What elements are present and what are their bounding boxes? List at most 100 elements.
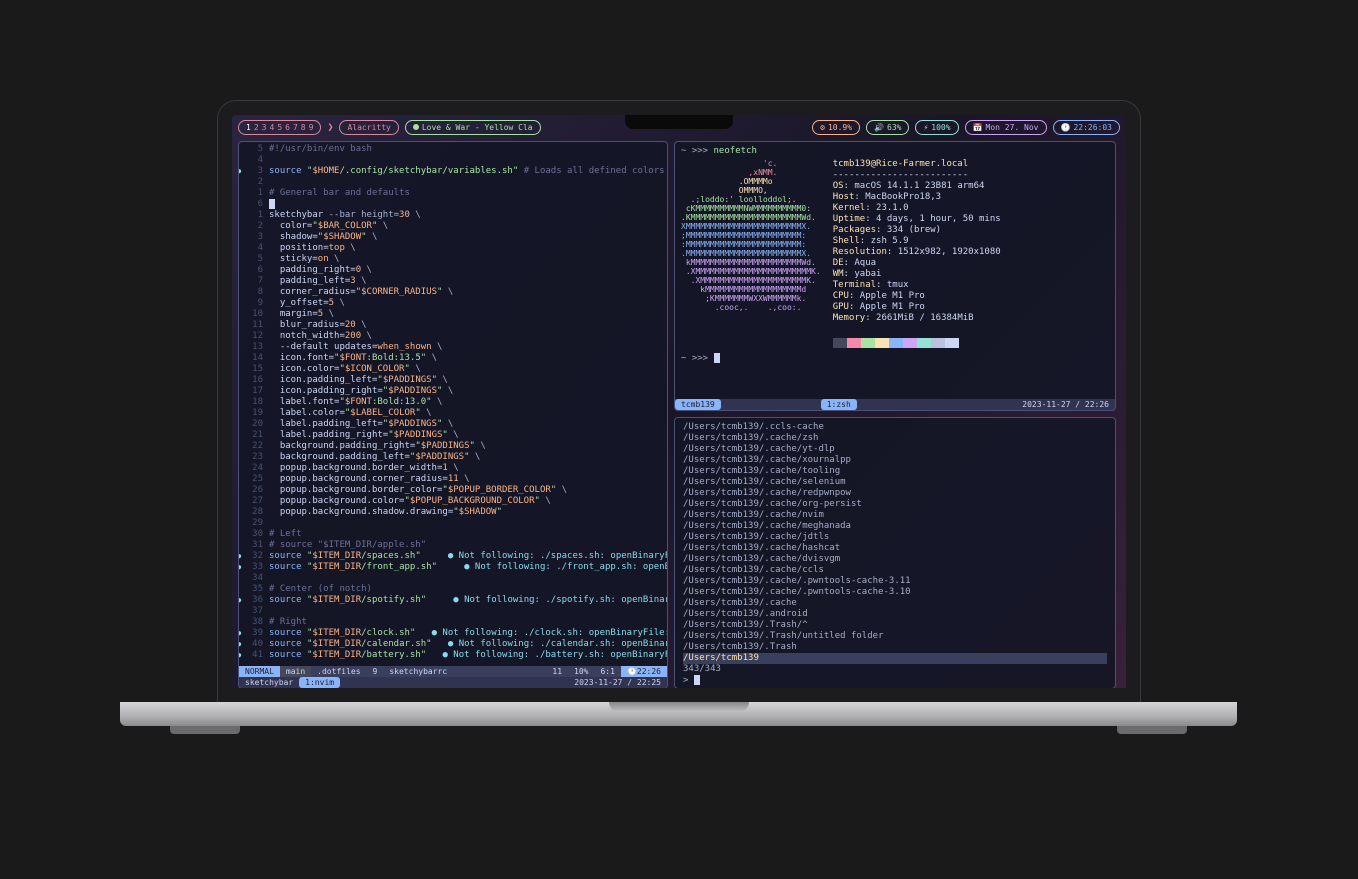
space-1[interactable]: 1 xyxy=(246,122,251,133)
code-line[interactable]: source "$HOME/.config/sketchybar/variabl… xyxy=(269,166,667,177)
code-line[interactable]: # General bar and defaults xyxy=(269,188,667,199)
code-line[interactable]: padding_right=0 \ xyxy=(269,265,667,276)
file-entry[interactable]: /Users/tcmb139 xyxy=(683,653,1107,664)
code-line[interactable]: source "$ITEM_DIR/front_app.sh" ● Not fo… xyxy=(269,562,667,573)
code-line[interactable]: label.padding_right="$PADDINGS" \ xyxy=(269,430,667,441)
code-line[interactable]: icon.font="$FONT:Bold:13.5" \ xyxy=(269,353,667,364)
code-area[interactable]: #!/usr/bin/env bash source "$HOME/.config… xyxy=(269,142,667,666)
code-line[interactable]: padding_left=3 \ xyxy=(269,276,667,287)
code-line[interactable]: notch_width=200 \ xyxy=(269,331,667,342)
file-entry[interactable]: /Users/tcmb139/.ccls-cache xyxy=(683,422,1107,433)
code-line[interactable]: popup.background.border_width=1 \ xyxy=(269,463,667,474)
code-line[interactable]: # source "$ITEM_DIR/apple.sh" xyxy=(269,540,667,551)
date-value: Mon 27. Nov xyxy=(986,122,1039,133)
editor-pane[interactable]: 5432161234567891011121314151617181920212… xyxy=(238,141,668,689)
code-line[interactable]: y_offset=5 \ xyxy=(269,298,667,309)
space-9[interactable]: 9 xyxy=(309,122,314,133)
file-list[interactable]: /Users/tcmb139/.ccls-cache/Users/tcmb139… xyxy=(675,418,1115,689)
code-line[interactable]: source "$ITEM_DIR/clock.sh" ● Not follow… xyxy=(269,628,667,639)
file-entry[interactable]: /Users/tcmb139/.cache/.pwntools-cache-3.… xyxy=(683,576,1107,587)
code-line[interactable]: --default updates=when_shown \ xyxy=(269,342,667,353)
music-pill[interactable]: Love & War - Yellow Cla xyxy=(405,120,541,135)
clock-pill[interactable]: 🕐 22:26:03 xyxy=(1053,120,1121,135)
code-line[interactable]: color="$BAR_COLOR" \ xyxy=(269,221,667,232)
file-entry[interactable]: /Users/tcmb139/.cache/meghanada xyxy=(683,521,1107,532)
code-line[interactable]: label.font="$FONT:Bold:13.0" \ xyxy=(269,397,667,408)
code-line[interactable] xyxy=(269,573,667,584)
code-line[interactable]: popup.background.shadow.drawing="$SHADOW… xyxy=(269,507,667,518)
file-entry[interactable]: /Users/tcmb139/.cache/redpwnpow xyxy=(683,488,1107,499)
file-entry[interactable]: /Users/tcmb139/.Trash xyxy=(683,642,1107,653)
code-line[interactable]: sticky=on \ xyxy=(269,254,667,265)
code-line[interactable]: popup.background.color="$POPUP_BACKGROUN… xyxy=(269,496,667,507)
cpu-pill[interactable]: ⚙ 10.9% xyxy=(812,120,860,135)
space-7[interactable]: 7 xyxy=(293,122,298,133)
code-line[interactable]: background.padding_right="$PADDINGS" \ xyxy=(269,441,667,452)
code-line[interactable]: label.color="$LABEL_COLOR" \ xyxy=(269,408,667,419)
code-line[interactable]: margin=5 \ xyxy=(269,309,667,320)
file-entry[interactable]: /Users/tcmb139/.cache/hashcat xyxy=(683,543,1107,554)
file-entry[interactable]: /Users/tcmb139/.cache/.pwntools-cache-3.… xyxy=(683,587,1107,598)
spaces-indicator[interactable]: 1 2 3 4 5 6 7 8 9 xyxy=(238,120,321,135)
code-line[interactable]: #!/usr/bin/env bash xyxy=(269,144,667,155)
front-app-pill[interactable]: Alacritty xyxy=(339,120,398,135)
space-6[interactable]: 6 xyxy=(285,122,290,133)
file-list-pane[interactable]: /Users/tcmb139/.ccls-cache/Users/tcmb139… xyxy=(674,417,1116,689)
battery-pill[interactable]: ⚡ 100% xyxy=(915,120,958,135)
code-line[interactable]: icon.color="$ICON_COLOR" \ xyxy=(269,364,667,375)
code-line[interactable]: icon.padding_left="$PADDINGS" \ xyxy=(269,375,667,386)
volume-pill[interactable]: 🔊 63% xyxy=(866,120,909,135)
neofetch-pane[interactable]: ~ >>> neofetch 'c. ,xNMM. .OMMMMo OMMMO,… xyxy=(674,141,1116,411)
code-line[interactable]: position=top \ xyxy=(269,243,667,254)
code-line[interactable]: background.padding_left="$PADDINGS" \ xyxy=(269,452,667,463)
code-line[interactable]: icon.padding_right="$PADDINGS" \ xyxy=(269,386,667,397)
code-line[interactable]: source "$ITEM_DIR/spaces.sh" ● Not follo… xyxy=(269,551,667,562)
code-line[interactable]: popup.background.corner_radius=11 \ xyxy=(269,474,667,485)
volume-value: 63% xyxy=(887,122,901,133)
file-entry[interactable]: /Users/tcmb139/.cache xyxy=(683,598,1107,609)
code-line[interactable]: source "$ITEM_DIR/spotify.sh" ● Not foll… xyxy=(269,595,667,606)
git-branch: main xyxy=(280,666,311,677)
code-line[interactable]: source "$ITEM_DIR/calendar.sh" ● Not fol… xyxy=(269,639,667,650)
file-entry[interactable]: /Users/tcmb139/.cache/tooling xyxy=(683,466,1107,477)
tmux-window[interactable]: 1:nvim xyxy=(299,677,340,688)
file-entry[interactable]: /Users/tcmb139/.cache/jdtls xyxy=(683,532,1107,543)
file-entry[interactable]: /Users/tcmb139/.cache/dvisvgm xyxy=(683,554,1107,565)
space-8[interactable]: 8 xyxy=(301,122,306,133)
code-line[interactable] xyxy=(269,177,667,188)
file-entry[interactable]: /Users/tcmb139/.cache/org-persist xyxy=(683,499,1107,510)
code-line[interactable]: sketchybar --bar height=30 \ xyxy=(269,210,667,221)
space-5[interactable]: 5 xyxy=(277,122,282,133)
file-entry[interactable]: /Users/tcmb139/.cache/zsh xyxy=(683,433,1107,444)
file-prompt[interactable]: > xyxy=(683,675,1107,686)
code-line[interactable]: source "$ITEM_DIR/battery.sh" ● Not foll… xyxy=(269,650,667,661)
code-line[interactable]: # Right xyxy=(269,617,667,628)
file-entry[interactable]: /Users/tcmb139/.android xyxy=(683,609,1107,620)
space-4[interactable]: 4 xyxy=(269,122,274,133)
date-pill[interactable]: 📅 Mon 27. Nov xyxy=(965,120,1047,135)
code-line[interactable]: popup.background.border_color="$POPUP_BO… xyxy=(269,485,667,496)
file-entry[interactable]: /Users/tcmb139/.cache/selenium xyxy=(683,477,1107,488)
file-entry[interactable]: /Users/tcmb139/.Trash/^ xyxy=(683,620,1107,631)
file-entry[interactable]: /Users/tcmb139/.cache/nvim xyxy=(683,510,1107,521)
code-line[interactable]: label.padding_left="$PADDINGS" \ xyxy=(269,419,667,430)
code-line[interactable] xyxy=(269,518,667,529)
shell-prompt-2[interactable]: ~ >>> xyxy=(681,353,1109,365)
code-line[interactable]: # Left xyxy=(269,529,667,540)
file-entry[interactable]: /Users/tcmb139/.cache/ccls xyxy=(683,565,1107,576)
tmux-session-right[interactable]: tcmb139 xyxy=(675,399,721,410)
cpu-value: 10.9% xyxy=(828,122,852,133)
file-entry[interactable]: /Users/tcmb139/.cache/xournalpp xyxy=(683,455,1107,466)
tmux-window-right[interactable]: 1:zsh xyxy=(821,399,857,410)
code-line[interactable] xyxy=(269,199,667,210)
code-line[interactable] xyxy=(269,155,667,166)
space-3[interactable]: 3 xyxy=(262,122,267,133)
code-line[interactable] xyxy=(269,606,667,617)
code-line[interactable]: shadow="$SHADOW" \ xyxy=(269,232,667,243)
code-line[interactable]: blur_radius=20 \ xyxy=(269,320,667,331)
code-line[interactable]: # Center (of notch) xyxy=(269,584,667,595)
file-entry[interactable]: /Users/tcmb139/.Trash/untitled folder xyxy=(683,631,1107,642)
code-line[interactable]: corner_radius="$CORNER_RADIUS" \ xyxy=(269,287,667,298)
space-2[interactable]: 2 xyxy=(254,122,259,133)
file-entry[interactable]: /Users/tcmb139/.cache/yt-dlp xyxy=(683,444,1107,455)
